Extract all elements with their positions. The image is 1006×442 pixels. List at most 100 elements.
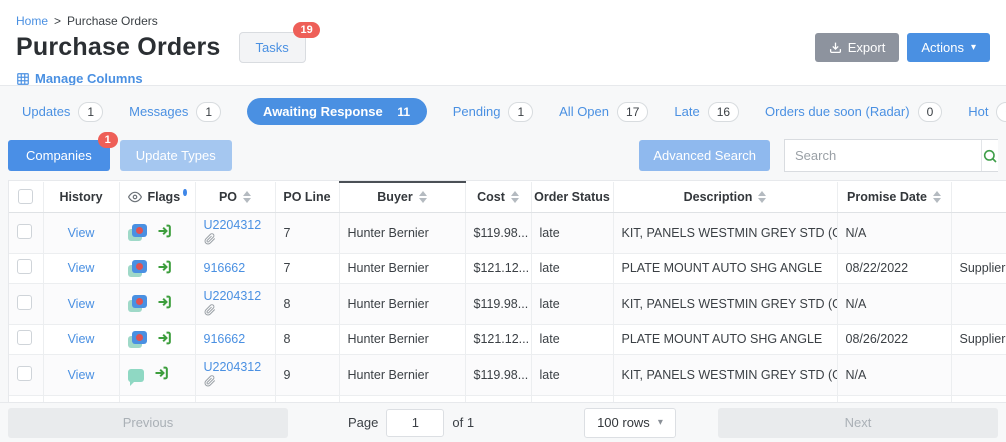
sort-arrows-icon[interactable] <box>418 191 427 204</box>
buyer-cell: Hunter Bernier <box>339 212 466 254</box>
receive-arrow-icon[interactable] <box>156 294 173 313</box>
update-types-button[interactable]: Update Types <box>119 140 232 171</box>
advanced-search-button[interactable]: Advanced Search <box>639 140 770 171</box>
attachment-paperclip-icon[interactable] <box>204 232 267 248</box>
table-row: View U2204312 8 Hunter Bernier $119.98... lat… <box>9 283 1006 325</box>
history-view-link[interactable]: View <box>68 368 95 382</box>
tab-orders-due-soon-radar-[interactable]: Orders due soon (Radar) 0 <box>765 101 943 122</box>
column-label: Description <box>683 189 753 204</box>
column-label: Cost <box>477 189 505 204</box>
updates-cell <box>951 354 1006 396</box>
tab-late[interactable]: Late 16 <box>674 101 740 122</box>
column-header-po_line: PO Line <box>275 182 340 213</box>
receive-arrow-icon[interactable] <box>153 365 170 384</box>
description-cell: PLATE MOUNT AUTO SHG ANGLE <box>613 324 838 355</box>
tab-count-badge: 1 <box>196 101 222 122</box>
po-number-link[interactable]: U2204312 <box>204 360 262 374</box>
sort-arrows-icon[interactable] <box>758 190 767 203</box>
tab-awaiting-response[interactable]: Awaiting Response 11 <box>247 98 427 125</box>
next-page-button[interactable]: Next <box>718 407 998 438</box>
history-view-link[interactable]: View <box>68 226 95 240</box>
tab-messages[interactable]: Messages 1 <box>129 101 222 122</box>
page-header: Home > Purchase Orders Purchase Orders T… <box>0 0 1006 86</box>
row-checkbox[interactable] <box>17 330 32 345</box>
rows-per-page-select[interactable]: 100 rows ▾ <box>584 407 676 438</box>
cost-cell: $121.12... <box>465 253 532 284</box>
promise-date-cell: N/A <box>837 283 952 325</box>
po-line-cell: 7 <box>275 212 340 254</box>
sort-arrows-icon[interactable] <box>510 190 519 203</box>
row-checkbox[interactable] <box>17 259 32 274</box>
column-header-po[interactable]: PO <box>195 182 276 213</box>
monitor-flag-icon[interactable] <box>127 224 147 241</box>
history-view-link[interactable]: View <box>68 332 95 346</box>
row-checkbox[interactable] <box>17 223 32 239</box>
search-submit-button[interactable] <box>981 140 998 171</box>
po-number-link[interactable]: U2204312 <box>204 289 262 303</box>
updates-cell: Supplier I <box>951 253 1006 284</box>
monitor-flag-icon[interactable] <box>127 330 147 348</box>
purchase-orders-page: Home > Purchase Orders Purchase Orders T… <box>0 0 1006 442</box>
column-label: Flags <box>147 189 181 204</box>
tab-label: Messages <box>129 104 189 119</box>
row-checkbox[interactable] <box>17 365 32 381</box>
flags-info-dot <box>183 189 187 197</box>
tab-all-open[interactable]: All Open 17 <box>559 101 649 122</box>
po-number-link[interactable]: U2204312 <box>204 218 262 232</box>
table-row: View U2204312 9 Hunter Bernier $119.98... lat… <box>9 354 1006 396</box>
po-number-link[interactable]: 916662 <box>204 261 246 275</box>
download-icon <box>829 42 841 54</box>
select-all-checkbox[interactable] <box>18 189 34 205</box>
page-number-input[interactable] <box>386 408 445 437</box>
order-status-cell: late <box>531 354 614 396</box>
manage-columns-link[interactable]: Manage Columns <box>16 71 143 86</box>
tab-label: Awaiting Response <box>263 104 383 119</box>
content-panel: Updates 1 Messages 1 Awaiting Response 11 Pend… <box>0 85 1006 442</box>
promise-date-cell: 08/22/2022 <box>837 253 952 284</box>
column-header-description[interactable]: Description <box>613 182 838 213</box>
tab-pending[interactable]: Pending 1 <box>452 101 534 122</box>
po-number-link[interactable]: 916662 <box>204 332 246 346</box>
column-header-promise_date[interactable]: Promise Date <box>837 182 952 213</box>
column-label: PO Line <box>283 189 331 204</box>
table-row: View U2204312 7 Hunter Bernier $119.98... lat… <box>9 212 1006 254</box>
filter-tabs: Updates 1 Messages 1 Awaiting Response 11 Pend… <box>0 86 1006 135</box>
monitor-flag-icon[interactable] <box>127 259 147 277</box>
previous-page-button[interactable]: Previous <box>8 407 288 438</box>
tab-count-badge: 17 <box>617 101 649 122</box>
breadcrumb-home-link[interactable]: Home <box>16 14 48 28</box>
attachment-paperclip-icon[interactable] <box>204 374 267 390</box>
tab-hot[interactable]: Hot 0 <box>968 101 1006 122</box>
column-header-buyer[interactable]: Buyer <box>339 181 466 213</box>
history-view-link[interactable]: View <box>68 297 95 311</box>
tab-count-badge: 11 <box>397 104 411 119</box>
actions-button[interactable]: Actions ▾ <box>907 33 990 62</box>
tab-label: Pending <box>452 104 501 119</box>
promise-date-cell: N/A <box>837 354 952 396</box>
buyer-cell: Hunter Bernier <box>339 283 466 325</box>
chevron-down-icon: ▾ <box>657 417 663 428</box>
receive-arrow-icon[interactable] <box>156 223 173 242</box>
pagination-bar: Previous Page of 1 100 rows ▾ Next <box>0 402 1006 442</box>
export-button[interactable]: Export <box>814 33 900 62</box>
search-input[interactable] <box>785 140 981 171</box>
row-checkbox[interactable] <box>17 294 32 310</box>
column-header-cost[interactable]: Cost <box>465 182 532 213</box>
tab-updates[interactable]: Updates 1 <box>22 101 104 122</box>
history-view-link[interactable]: View <box>68 261 95 275</box>
order-status-cell: late <box>531 324 614 355</box>
attachment-paperclip-icon[interactable] <box>204 303 267 319</box>
tab-count-badge: 1 <box>508 101 534 122</box>
monitor-flag-icon[interactable] <box>127 295 147 312</box>
tab-count-badge: 0 <box>917 101 943 122</box>
receive-arrow-icon[interactable] <box>156 330 173 349</box>
comment-flag-icon[interactable] <box>127 369 144 386</box>
sort-arrows-icon[interactable] <box>243 190 252 203</box>
tab-label: Updates <box>22 104 71 119</box>
table-row: View 916662 7 Hunter Bernier $121.12... late P… <box>9 253 1006 284</box>
sort-arrows-icon[interactable] <box>932 190 941 203</box>
receive-arrow-icon[interactable] <box>156 259 173 278</box>
column-label: Order Status <box>534 189 610 204</box>
companies-button[interactable]: Companies <box>8 140 110 171</box>
page-total-label: of 1 <box>452 415 475 430</box>
